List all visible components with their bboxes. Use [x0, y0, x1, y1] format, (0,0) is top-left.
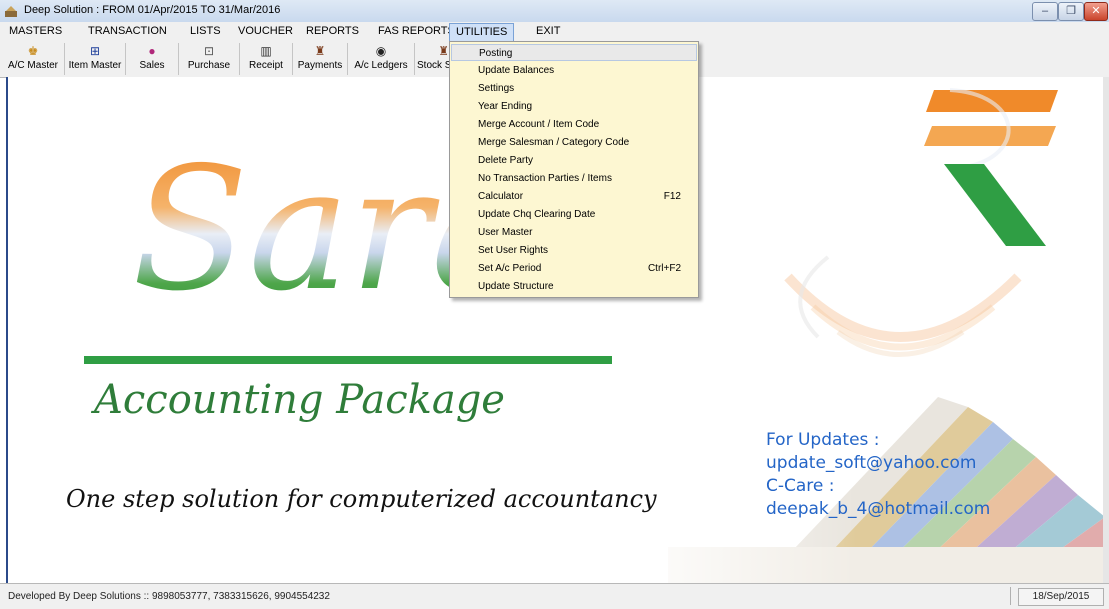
menu-lists[interactable]: LISTS	[190, 25, 221, 37]
payments-icon: ♜	[314, 44, 326, 58]
sales-icon: ●	[148, 44, 156, 58]
tagline: One step solution for computerized accou…	[66, 485, 657, 513]
item-icon: ⊞	[89, 44, 101, 58]
status-divider	[1010, 587, 1011, 605]
title-bar: Deep Solution : FROM 01/Apr/2015 TO 31/M…	[0, 0, 1109, 23]
item-master-button[interactable]: ⊞ Item Master	[65, 43, 126, 75]
menu-exit[interactable]: EXIT	[536, 25, 560, 37]
menu-item-user-master[interactable]: User Master	[451, 224, 697, 241]
menu-bar: MASTERS TRANSACTION LISTS VOUCHER REPORT…	[0, 22, 1109, 42]
menu-item-calculator[interactable]: Calculator F12	[451, 188, 697, 205]
stock-button[interactable]: ♜ Stock S	[415, 43, 449, 75]
shortcut-f12: F12	[663, 191, 681, 202]
menu-item-posting[interactable]: Posting	[451, 44, 697, 61]
close-button[interactable]: ✕	[1084, 2, 1108, 21]
window-right-edge	[1103, 77, 1109, 583]
purchase-icon: ⊡	[203, 44, 215, 58]
menu-item-set-user-rights[interactable]: Set User Rights	[451, 242, 697, 259]
payments-button[interactable]: ♜ Payments	[293, 43, 348, 75]
contact-updates-label: For Updates :	[766, 430, 880, 450]
menu-item-update-chq-date[interactable]: Update Chq Clearing Date	[451, 206, 697, 223]
shortcut-ctrl-f2: Ctrl+F2	[647, 263, 681, 274]
ac-ledgers-button[interactable]: ◉ A/c Ledgers	[348, 43, 415, 75]
utilities-menu: Posting Update Balances Settings Year En…	[449, 41, 699, 298]
app-icon	[5, 6, 17, 17]
status-developer-info: Developed By Deep Solutions :: 989805377…	[8, 591, 330, 602]
menu-item-no-transaction[interactable]: No Transaction Parties / Items	[451, 170, 697, 187]
divider-bar	[84, 356, 612, 364]
contact-updates-email: update_soft@yahoo.com	[766, 453, 977, 473]
menu-item-set-ac-period[interactable]: Set A/c Period Ctrl+F2	[451, 260, 697, 277]
status-bar: Developed By Deep Solutions :: 989805377…	[0, 583, 1109, 609]
rupee-icon	[924, 88, 1058, 246]
contact-care-email: deepak_b_4@hotmail.com	[766, 499, 991, 519]
ledger-icon: ◉	[375, 44, 387, 58]
menu-item-merge-account[interactable]: Merge Account / Item Code	[451, 116, 697, 133]
product-name: Accounting Package	[94, 377, 505, 423]
purchase-button[interactable]: ⊡ Purchase	[179, 43, 240, 75]
ac-master-button[interactable]: ♚ A/C Master	[2, 43, 65, 75]
accounts-icon: ♚	[27, 44, 39, 58]
contact-info: For Updates : update_soft@yahoo.com C-Ca…	[766, 429, 990, 521]
restore-button[interactable]: ❐	[1058, 2, 1084, 21]
menu-fas-reports[interactable]: FAS REPORTS	[378, 25, 455, 37]
sales-button[interactable]: ● Sales	[126, 43, 179, 75]
menu-item-merge-salesman[interactable]: Merge Salesman / Category Code	[451, 134, 697, 151]
stock-icon: ♜	[438, 44, 449, 58]
receipt-icon: ▥	[260, 44, 272, 58]
receipt-button[interactable]: ▥ Receipt	[240, 43, 293, 75]
menu-reports[interactable]: REPORTS	[306, 25, 359, 37]
menu-voucher[interactable]: VOUCHER	[238, 25, 293, 37]
menu-item-year-ending[interactable]: Year Ending	[451, 98, 697, 115]
minimize-button[interactable]: –	[1032, 2, 1058, 21]
menu-masters[interactable]: MASTERS	[9, 25, 62, 37]
window-title: Deep Solution : FROM 01/Apr/2015 TO 31/M…	[24, 4, 281, 16]
menu-item-delete-party[interactable]: Delete Party	[451, 152, 697, 169]
contact-care-label: C-Care :	[766, 476, 835, 496]
menu-item-settings[interactable]: Settings	[451, 80, 697, 97]
status-date: 18/Sep/2015	[1018, 588, 1104, 606]
menu-item-update-balances[interactable]: Update Balances	[451, 62, 697, 79]
menu-utilities[interactable]: UTILITIES	[449, 23, 515, 42]
menu-transaction[interactable]: TRANSACTION	[88, 25, 167, 37]
lamp-graphic	[784, 255, 1022, 357]
menu-item-update-structure[interactable]: Update Structure	[451, 278, 697, 295]
